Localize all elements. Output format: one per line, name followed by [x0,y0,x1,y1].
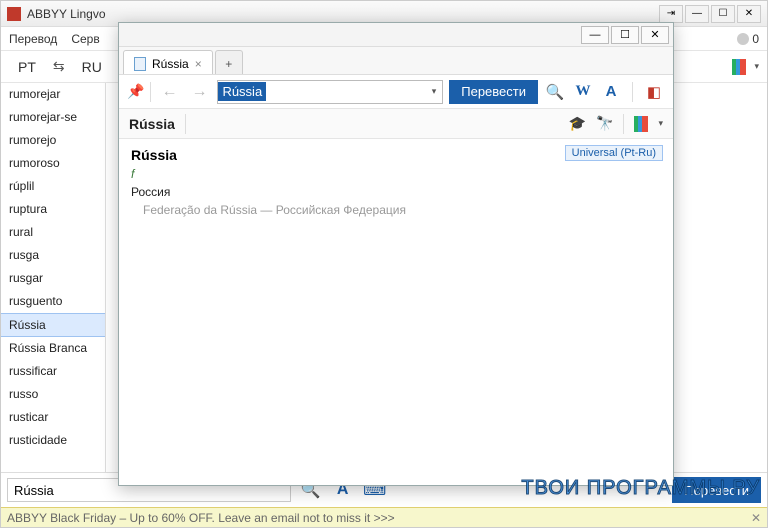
status-bar: ABBYY Black Friday – Up to 60% OFF. Leav… [1,507,767,527]
swap-languages-icon[interactable]: ⇆ [53,58,65,75]
card-tab-label: Rússia [152,57,189,71]
user-badge[interactable]: 0 [737,32,759,46]
app-icon [7,7,21,21]
app-title: ABBYY Lingvo [27,7,653,21]
document-icon [134,57,146,71]
card-close-button[interactable]: ✕ [641,26,669,44]
card-bookshelf-dropdown-icon[interactable]: ▾ [658,118,663,129]
dictionary-tag[interactable]: Universal (Pt-Ru) [565,145,663,161]
card-tab-add[interactable]: + [215,50,243,74]
card-titlebar: — ☐ ✕ [119,23,673,47]
word-list-item[interactable]: rural [1,221,105,244]
card-input-dropdown-icon[interactable]: ▾ [426,86,443,97]
card-bookshelf-icon[interactable] [634,116,648,132]
source-language[interactable]: PT [9,55,45,79]
menu-service[interactable]: Серв [71,32,99,46]
pin-window-button[interactable]: ⇥ [659,5,683,23]
maximize-button[interactable]: ☐ [711,5,735,23]
status-text[interactable]: ABBYY Black Friday – Up to 60% OFF. Leav… [7,511,395,525]
user-icon [737,33,749,45]
article-example: Federação da Rússia — Российская Федерац… [143,203,661,217]
tutor-icon[interactable]: 🎓 [569,115,586,132]
word-list-item[interactable]: rusguento [1,290,105,313]
card-content: Universal (Pt-Ru) Rússia f Россия Federa… [119,139,673,485]
card-tab-close-icon[interactable]: × [195,57,202,71]
word-list-item[interactable]: rumoroso [1,152,105,175]
word-list-item[interactable]: rúplil [1,175,105,198]
forward-icon[interactable]: → [187,83,211,101]
article-grammar: f [131,167,661,181]
card-tabstrip: Rússia × + [119,47,673,75]
word-list-item[interactable]: rumorejar [1,83,105,106]
card-search-input[interactable]: Rússia ▾ [217,80,443,104]
word-list-item[interactable]: russo [1,383,105,406]
word-list-item[interactable]: rusgar [1,267,105,290]
word-list-item[interactable]: russificar [1,360,105,383]
wikipedia-icon[interactable]: W [572,81,594,103]
status-close-icon[interactable]: ✕ [751,511,761,525]
card-input-value: Rússia [218,82,266,101]
bookshelf-dropdown-icon[interactable]: ▾ [754,61,759,72]
word-list-item[interactable]: rumorejo [1,129,105,152]
card-subbar: Rússia 🎓 🔭 ▾ [119,109,673,139]
card-toolbar: 📌 ← → Rússia ▾ Перевести 🔍 W A ◧ [119,75,673,109]
card-tab[interactable]: Rússia × [123,50,213,74]
word-list-item[interactable]: rusga [1,244,105,267]
word-list[interactable]: rumorejarrumorejar-serumorejorumorosorúp… [1,83,106,472]
card-maximize-button[interactable]: ☐ [611,26,639,44]
card-search-icon[interactable]: 🔍 [544,81,566,103]
word-list-item[interactable]: rusticar [1,406,105,429]
bookshelf-icon[interactable] [732,59,746,75]
card-minimize-button[interactable]: — [581,26,609,44]
close-button[interactable]: ✕ [737,5,761,23]
find-icon[interactable]: 🔭 [596,115,613,132]
lingvo-icon[interactable]: ◧ [643,81,665,103]
card-headword: Rússia [129,116,175,132]
target-language[interactable]: RU [73,55,111,79]
word-list-item[interactable]: rumorejar-se [1,106,105,129]
word-list-item[interactable]: Rússia Branca [1,337,105,360]
card-window: — ☐ ✕ Rússia × + 📌 ← → Rússia ▾ Перевест… [118,22,674,486]
main-window-controls: ⇥ — ☐ ✕ [659,5,761,23]
user-count: 0 [752,32,759,46]
word-list-item[interactable]: ruptura [1,198,105,221]
word-list-item[interactable]: rusticidade [1,429,105,452]
minimize-button[interactable]: — [685,5,709,23]
translate-button[interactable]: Перевести [672,477,761,503]
card-translate-button[interactable]: Перевести [449,80,538,104]
back-icon[interactable]: ← [157,83,181,101]
word-list-item[interactable]: Rússia [1,313,105,337]
font-icon[interactable]: A [600,81,622,103]
article-translation: Россия [131,185,661,199]
pin-icon[interactable]: 📌 [127,83,144,100]
menu-translate[interactable]: Перевод [9,32,57,46]
